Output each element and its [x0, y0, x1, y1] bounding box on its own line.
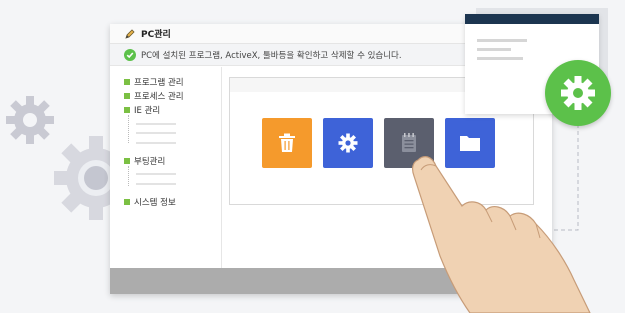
gear-icon — [561, 76, 595, 110]
popup-text-placeholder — [477, 48, 511, 51]
tile-notepad[interactable] — [384, 118, 434, 168]
sidebar-item-label: 시스템 정보 — [134, 198, 176, 208]
window-footer — [110, 268, 552, 294]
submenu-placeholder — [136, 173, 176, 175]
folder-icon — [460, 136, 480, 151]
popup-text-placeholder — [477, 57, 523, 60]
sidebar-item-label: 프로그램 관리 — [134, 78, 184, 88]
popup-header — [465, 14, 599, 24]
sidebar-item-process-management[interactable]: 프로세스 관리 — [124, 90, 184, 102]
bullet-icon — [124, 158, 130, 164]
tree-connector — [128, 115, 129, 143]
bullet-icon — [124, 93, 130, 99]
gear-icon — [338, 133, 358, 153]
sidebar-item-label: 프로세스 관리 — [134, 92, 184, 102]
sidebar-item-system-info[interactable]: 시스템 정보 — [124, 196, 176, 208]
tile-settings[interactable] — [323, 118, 373, 168]
sidebar-item-label: 부팅관리 — [134, 157, 166, 167]
submenu-placeholder — [136, 142, 176, 144]
sidebar-item-program-management[interactable]: 프로그램 관리 — [124, 76, 184, 88]
bullet-icon — [124, 199, 130, 205]
sidebar-item-ie-management[interactable]: IE 관리 — [124, 104, 160, 116]
tree-connector — [128, 166, 129, 186]
info-text: PC에 설치된 프로그램, ActiveX, 툴바등을 확인하고 삭제할 수 있… — [141, 50, 402, 61]
tile-trash[interactable] — [262, 118, 312, 168]
submenu-placeholder — [136, 183, 176, 185]
gear-icon-decorative-small — [6, 96, 54, 144]
sidebar-item-label: IE 관리 — [134, 106, 161, 116]
settings-badge[interactable] — [545, 60, 611, 126]
bullet-icon — [124, 79, 130, 85]
pencil-icon — [125, 28, 135, 39]
check-circle-icon — [124, 48, 136, 61]
sidebar-item-boot-management[interactable]: 부팅관리 — [124, 155, 165, 167]
notepad-icon — [402, 133, 416, 152]
bullet-icon — [124, 107, 130, 113]
window-title: PC관리 — [141, 30, 171, 40]
tile-folder[interactable] — [445, 118, 495, 168]
trash-icon — [279, 133, 295, 152]
sidebar: 프로그램 관리 프로세스 관리 IE 관리 부팅관리 시스템 정보 — [110, 67, 222, 292]
submenu-placeholder — [136, 132, 176, 134]
submenu-placeholder — [136, 123, 176, 125]
popup-text-placeholder — [477, 39, 527, 42]
